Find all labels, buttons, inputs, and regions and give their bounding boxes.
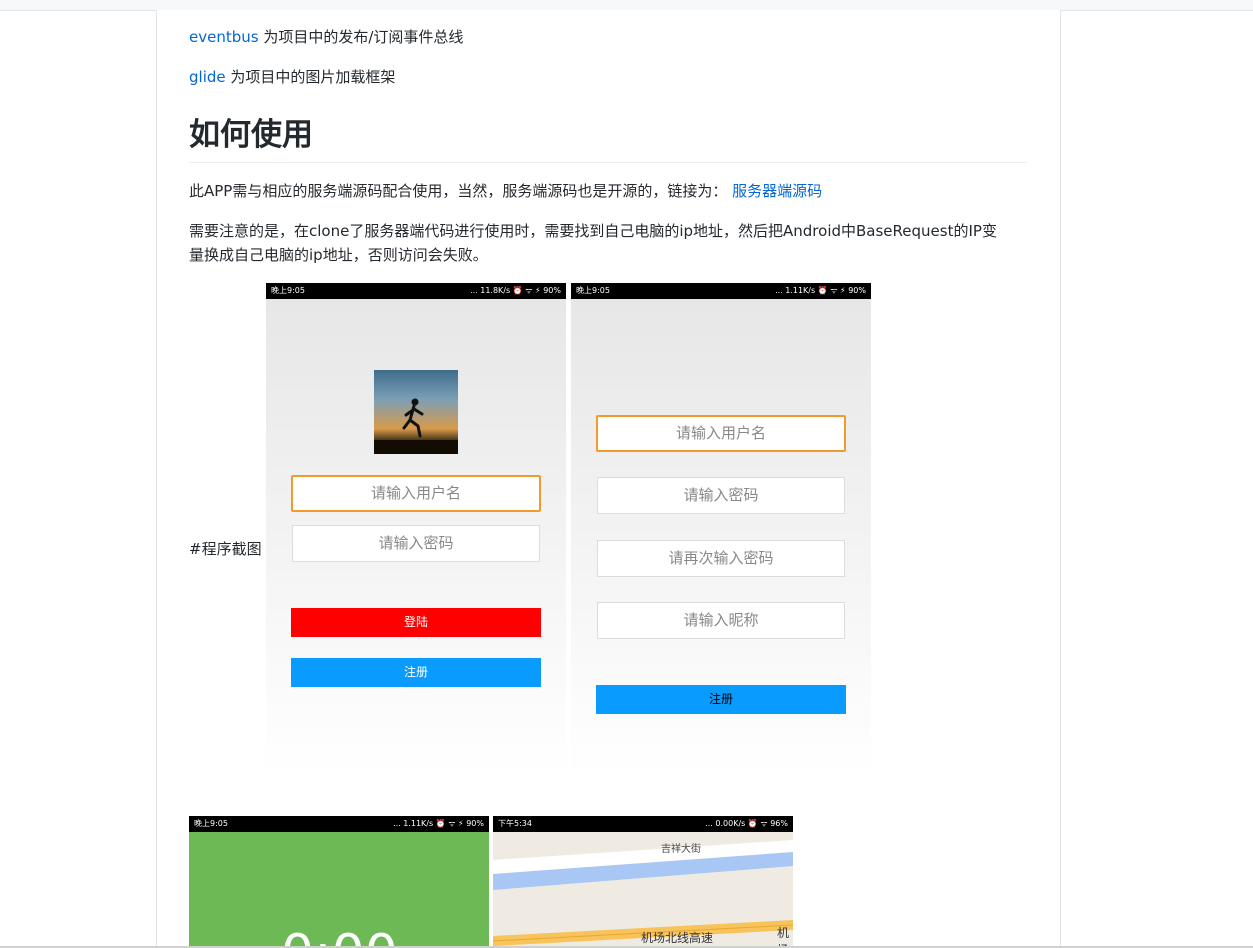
- status-indicators: ... 1.11K/s ⏰ ᯤ ⚡ 90%: [775, 286, 866, 295]
- status-time: 晚上9:05: [194, 819, 228, 828]
- map-screenshot: 下午5:34 ... 0.00K/s ⏰ ᯤ 96% 吉祥大街 机场北线高速 机…: [493, 816, 793, 946]
- login-screenshot: 晚上9:05 ... 11.8K/s ⏰ ᯤ ⚡ 90% 请输入用户名 请输入密…: [266, 283, 566, 803]
- register-button[interactable]: 注册: [596, 685, 846, 714]
- register-screenshot: 晚上9:05 ... 1.11K/s ⏰ ᯤ ⚡ 90% 请输入用户名 请输入密…: [571, 283, 871, 803]
- server-source-link[interactable]: 服务器端源码: [732, 182, 822, 200]
- password-input[interactable]: 请输入密码: [292, 525, 540, 562]
- timer-screenshot: 晚上9:05 ... 1.11K/s ⏰ ᯤ ⚡ 90% 0:00: [189, 816, 489, 946]
- status-time: 晚上9:05: [576, 286, 610, 295]
- map-road-label-2: 机场: [777, 926, 790, 946]
- register-button[interactable]: 注册: [291, 658, 541, 687]
- status-indicators: ... 11.8K/s ⏰ ᯤ ⚡ 90%: [470, 286, 561, 295]
- status-bar: 晚上9:05 ... 1.11K/s ⏰ ᯤ ⚡ 90%: [571, 283, 871, 299]
- status-time: 晚上9:05: [271, 286, 305, 295]
- status-bar: 下午5:34 ... 0.00K/s ⏰ ᯤ 96%: [493, 816, 793, 832]
- password-input[interactable]: 请输入密码: [597, 477, 845, 514]
- note-line-1: 需要注意的是，在clone了服务器端代码进行使用时，需要找到自己电脑的ip地址，…: [189, 222, 997, 240]
- intro-text: 此APP需与相应的服务端源码配合使用，当然，服务端源码也是开源的，链接为：: [189, 182, 728, 200]
- runner-avatar-image: [374, 370, 458, 454]
- glide-text: 为项目中的图片加载框架: [225, 68, 396, 86]
- eventbus-link[interactable]: eventbus: [189, 28, 259, 46]
- username-input[interactable]: 请输入用户名: [596, 415, 846, 452]
- eventbus-text: 为项目中的发布/订阅事件总线: [258, 28, 464, 46]
- intro-paragraph: 此APP需与相应的服务端源码配合使用，当然，服务端源码也是开源的，链接为： 服务…: [189, 179, 822, 203]
- username-input[interactable]: 请输入用户名: [291, 475, 541, 512]
- status-bar: 晚上9:05 ... 1.11K/s ⏰ ᯤ ⚡ 90%: [189, 816, 489, 832]
- status-time: 下午5:34: [498, 819, 532, 828]
- section-heading: 如何使用: [189, 117, 313, 153]
- status-indicators: ... 1.11K/s ⏰ ᯤ ⚡ 90%: [393, 819, 484, 828]
- timer-display: 0:00: [281, 924, 398, 946]
- eventbus-paragraph: eventbus 为项目中的发布/订阅事件总线: [189, 25, 463, 49]
- status-bar: 晚上9:05 ... 11.8K/s ⏰ ᯤ ⚡ 90%: [266, 283, 566, 299]
- login-button[interactable]: 登陆: [291, 608, 541, 637]
- note-line-2: 量换成自己电脑的ip地址，否则访问会失败。: [189, 246, 488, 264]
- nickname-input[interactable]: 请输入昵称: [597, 602, 845, 639]
- repeat-password-input[interactable]: 请再次输入密码: [597, 540, 845, 577]
- map-road-label: 吉祥大街: [661, 844, 701, 855]
- status-indicators: ... 0.00K/s ⏰ ᯤ 96%: [705, 819, 788, 828]
- screenshots-caption: #程序截图: [189, 540, 262, 558]
- glide-paragraph: glide 为项目中的图片加载框架: [189, 65, 395, 89]
- map-highway-label: 机场北线高速: [641, 931, 714, 945]
- heading-divider: [189, 162, 1027, 163]
- glide-link[interactable]: glide: [189, 68, 226, 86]
